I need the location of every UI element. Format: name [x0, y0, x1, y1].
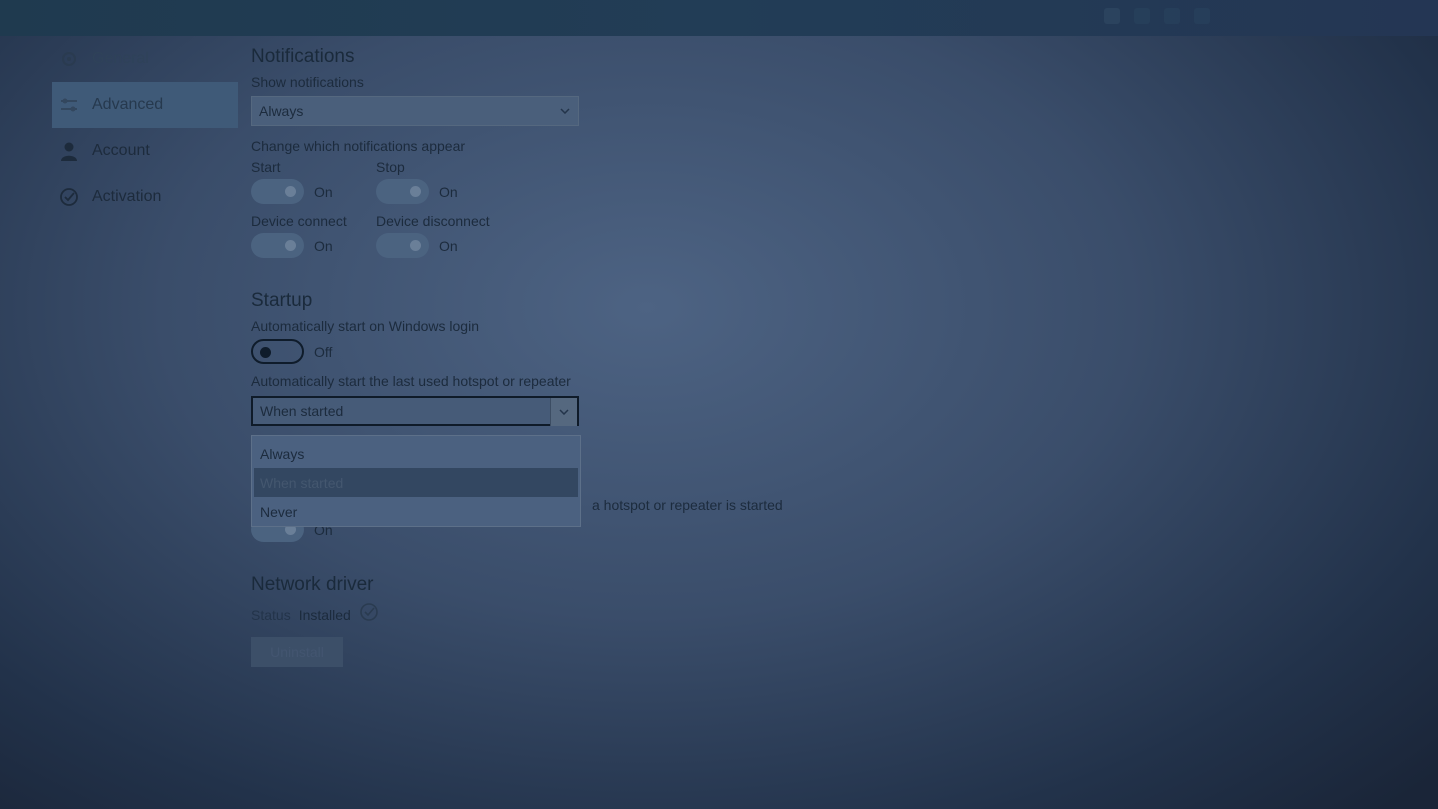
change-notifications-label: Change which notifications appear — [251, 138, 466, 154]
sidebar-item-advanced[interactable]: Advanced — [52, 82, 238, 128]
sidebar-item-label: Advanced — [92, 96, 164, 113]
toggle-state: On — [439, 183, 458, 200]
notifications-heading: Notifications — [251, 46, 355, 67]
check-circle-icon — [58, 186, 80, 208]
sidebar-item-account[interactable]: Account — [52, 128, 238, 174]
stop-toggle[interactable] — [376, 179, 429, 204]
device-connect-label: Device connect — [251, 213, 347, 229]
sidebar-item-general[interactable]: General — [52, 36, 238, 82]
feedback-icon[interactable] — [1104, 8, 1120, 24]
select-value: Always — [259, 103, 304, 119]
sidebar-item-label: General — [92, 50, 149, 67]
stop-label: Stop — [376, 159, 405, 175]
last-used-dropdown-menu: Always When started Never — [251, 435, 581, 527]
sidebar: General Advanced Account Activation — [52, 36, 238, 220]
device-disconnect-toggle[interactable] — [376, 233, 429, 258]
uninstall-button[interactable]: Uninstall — [251, 637, 343, 667]
start-toggle[interactable] — [251, 179, 304, 204]
toggle-state: On — [314, 183, 333, 200]
dropdown-option-never[interactable]: Never — [252, 497, 580, 526]
network-driver-heading: Network driver — [251, 574, 374, 595]
minimize-icon[interactable] — [1164, 8, 1180, 24]
device-connect-toggle[interactable] — [251, 233, 304, 258]
chevron-down-icon — [550, 398, 577, 426]
sidebar-item-label: Account — [92, 142, 150, 159]
window-controls — [1104, 8, 1210, 24]
status-label: Status — [251, 606, 291, 623]
person-icon — [58, 140, 80, 162]
dropdown-option-when-started[interactable]: When started — [254, 468, 578, 497]
select-value: When started — [260, 403, 344, 419]
login-start-toggle[interactable] — [251, 339, 304, 364]
login-start-label: Automatically start on Windows login — [251, 318, 479, 334]
check-circle-icon — [359, 602, 379, 627]
sliders-icon — [58, 94, 80, 116]
chevron-down-icon — [552, 97, 578, 125]
gear-icon — [58, 48, 80, 70]
startup-heading: Startup — [251, 290, 313, 311]
title-bar — [0, 0, 1438, 36]
last-used-label: Automatically start the last used hotspo… — [251, 373, 571, 389]
close-icon[interactable] — [1194, 8, 1210, 24]
partial-hotspot-label: a hotspot or repeater is started — [592, 497, 783, 513]
help-icon[interactable] — [1134, 8, 1150, 24]
device-disconnect-label: Device disconnect — [376, 213, 490, 229]
dropdown-option-always[interactable]: Always — [252, 439, 580, 468]
settings-panel: Notifications Show notifications Always … — [251, 36, 951, 667]
sidebar-item-activation[interactable]: Activation — [52, 174, 238, 220]
start-label: Start — [251, 159, 281, 175]
sidebar-item-label: Activation — [92, 188, 162, 205]
last-used-select[interactable]: When started — [251, 396, 579, 426]
toggle-state: On — [439, 237, 458, 254]
show-notifications-label: Show notifications — [251, 74, 364, 90]
toggle-state: On — [314, 237, 333, 254]
show-notifications-select[interactable]: Always — [251, 96, 579, 126]
status-value: Installed — [298, 606, 351, 623]
toggle-state: Off — [314, 343, 333, 360]
